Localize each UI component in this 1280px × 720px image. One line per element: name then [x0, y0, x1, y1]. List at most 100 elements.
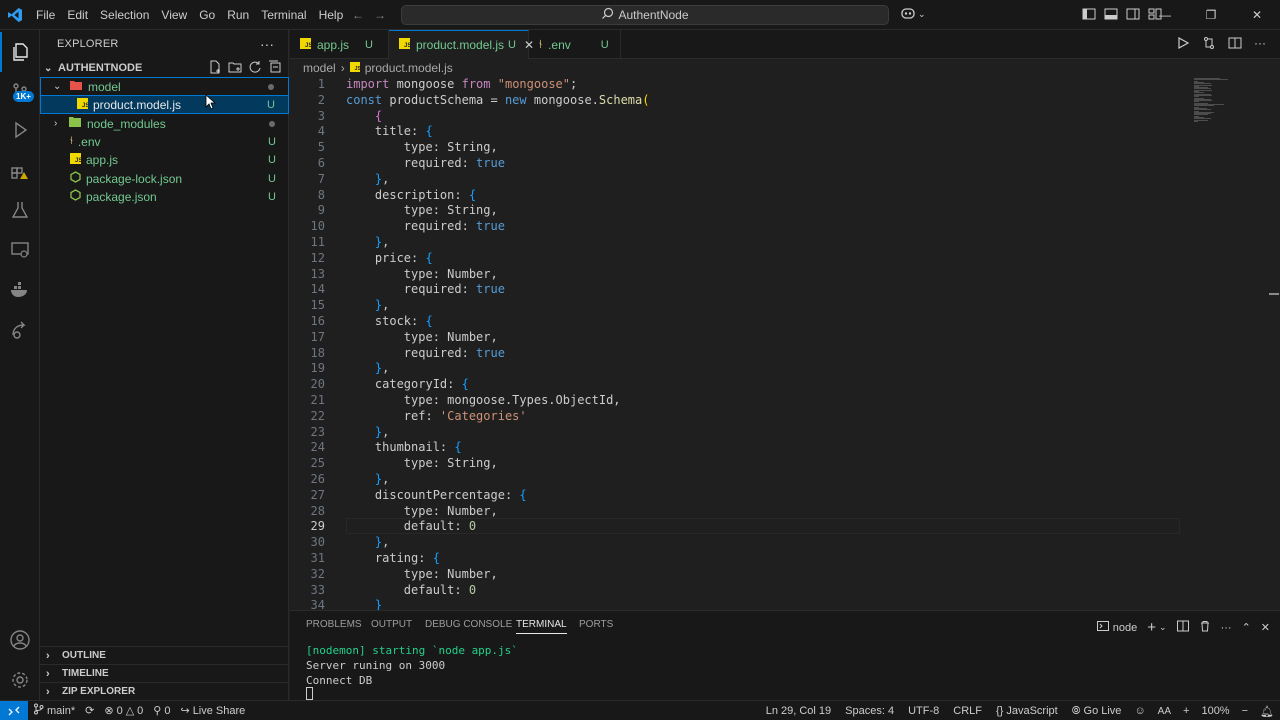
sync-icon[interactable]: ⟳ — [80, 704, 99, 717]
accounts-icon[interactable] — [0, 620, 40, 660]
run-debug-icon[interactable] — [0, 110, 40, 150]
tree-item-model-folder[interactable]: ⌄ model — [40, 77, 289, 96]
outline-section-header[interactable]: › OUTLINE — [40, 646, 289, 664]
tree-item-package-json[interactable]: package.json U — [40, 187, 289, 206]
language-mode[interactable]: {} JavaScript — [989, 705, 1065, 717]
code-editor[interactable]: 1 import mongoose from "mongoose"; 2 const … — [290, 76, 1190, 610]
code-line[interactable]: 11 }, — [290, 234, 1190, 250]
refresh-icon[interactable] — [248, 60, 262, 77]
extensions-icon[interactable] — [0, 150, 40, 190]
tree-item-app-js[interactable]: JS app.js U — [40, 150, 289, 169]
code-line[interactable]: 28 type: Number, — [290, 503, 1190, 519]
code-line[interactable]: 9 type: String, — [290, 202, 1190, 218]
more-actions-icon[interactable]: ··· — [260, 36, 274, 52]
panel-tab-debug-console[interactable]: DEBUG CONSOLE — [425, 619, 512, 630]
toggle-panel-icon[interactable] — [1104, 7, 1118, 24]
menu-item-run[interactable]: Run — [221, 0, 255, 30]
encoding[interactable]: UTF-8 — [901, 705, 946, 717]
remote-indicator-icon[interactable] — [0, 700, 28, 720]
chevron-down-icon[interactable]: ⌄ — [1159, 622, 1167, 633]
end-of-line[interactable]: CRLF — [946, 705, 989, 717]
code-line[interactable]: 14 required: true — [290, 281, 1190, 297]
code-line[interactable]: 2 const productSchema = new mongoose.Sche… — [290, 92, 1190, 108]
back-arrow-icon[interactable]: ← — [352, 8, 364, 22]
live-share-icon[interactable] — [0, 310, 40, 350]
minimize-icon[interactable]: — — [1142, 0, 1188, 30]
code-line[interactable]: 22 ref: 'Categories' — [290, 408, 1190, 424]
breadcrumb-folder[interactable]: model — [303, 61, 336, 75]
zoom-in-icon[interactable]: + — [1177, 705, 1195, 717]
ports-indicator[interactable]: ⚲ 0 — [148, 704, 175, 718]
new-terminal-icon[interactable]: + — [1147, 619, 1156, 636]
tree-item-node-modules-folder[interactable]: › node_modules — [40, 114, 289, 133]
toggle-primary-sidebar-icon[interactable] — [1082, 7, 1096, 24]
code-line[interactable]: 1 import mongoose from "mongoose"; — [290, 76, 1190, 92]
restore-icon[interactable]: ❐ — [1188, 0, 1234, 30]
code-line[interactable]: 10 required: true — [290, 218, 1190, 234]
new-file-icon[interactable] — [208, 60, 222, 77]
collapse-all-icon[interactable] — [268, 60, 282, 77]
open-changes-icon[interactable] — [1202, 36, 1216, 53]
indentation[interactable]: Spaces: 4 — [838, 705, 901, 717]
menu-item-help[interactable]: Help — [313, 0, 350, 30]
problems-indicator[interactable]: ⊗ 0 △ 0 — [99, 704, 148, 718]
code-line[interactable]: 32 type: Number, — [290, 566, 1190, 582]
panel-tab-ports[interactable]: PORTS — [579, 619, 613, 630]
zip-explorer-section-header[interactable]: › ZIP EXPLORER — [40, 682, 289, 700]
close-window-icon[interactable]: ✕ — [1234, 0, 1280, 30]
code-line[interactable]: 21 type: mongoose.Types.ObjectId, — [290, 392, 1190, 408]
code-line[interactable]: 3 { — [290, 108, 1190, 124]
go-live-button[interactable]: ⦾ Go Live — [1065, 705, 1129, 718]
copilot-status-icon[interactable]: ☺ — [1128, 705, 1151, 717]
menu-item-go[interactable]: Go — [193, 0, 221, 30]
tab-env[interactable]: ⫮ .env U — [529, 30, 621, 59]
split-editor-icon[interactable] — [1228, 36, 1242, 53]
cursor-position[interactable]: Ln 29, Col 19 — [759, 705, 838, 717]
code-line[interactable]: 5 type: String, — [290, 139, 1190, 155]
code-line[interactable]: 13 type: Number, — [290, 266, 1190, 282]
copilot-menu[interactable]: ⌄ — [900, 6, 926, 23]
code-line[interactable]: 12 price: { — [290, 250, 1190, 266]
tab-product-model-js[interactable]: JS product.model.js U ✕ — [389, 30, 534, 59]
code-line[interactable]: 8 description: { — [290, 187, 1190, 203]
branch-indicator[interactable]: main* — [28, 703, 80, 718]
code-line[interactable]: 29 default: 0 — [290, 518, 1190, 534]
panel-tab-problems[interactable]: PROBLEMS — [306, 619, 362, 630]
live-share-button[interactable]: ↪ Live Share — [175, 704, 250, 718]
terminal-selector[interactable]: node — [1096, 620, 1137, 635]
menu-item-file[interactable]: File — [30, 0, 61, 30]
more-actions-icon[interactable]: ··· — [1254, 36, 1266, 53]
testing-icon[interactable] — [0, 190, 40, 230]
panel-tab-terminal[interactable]: TERMINAL — [516, 619, 567, 634]
tree-item-package-lock-json[interactable]: package-lock.json U — [40, 169, 289, 188]
toggle-secondary-sidebar-icon[interactable] — [1126, 7, 1140, 24]
explorer-icon[interactable] — [0, 32, 40, 72]
code-line[interactable]: 27 discountPercentage: { — [290, 487, 1190, 503]
manage-gear-icon[interactable] — [0, 660, 40, 700]
trash-icon[interactable] — [1199, 620, 1211, 635]
menu-item-view[interactable]: View — [155, 0, 193, 30]
tab-app-js[interactable]: JS app.js U — [290, 30, 389, 59]
menu-item-selection[interactable]: Selection — [94, 0, 155, 30]
maximize-panel-icon[interactable]: ⌃ — [1242, 621, 1251, 634]
code-line[interactable]: 6 required: true — [290, 155, 1190, 171]
remote-explorer-icon[interactable] — [0, 230, 40, 270]
menu-item-edit[interactable]: Edit — [61, 0, 94, 30]
code-line[interactable]: 33 default: 0 — [290, 582, 1190, 598]
split-terminal-icon[interactable] — [1176, 620, 1189, 635]
panel-tab-output[interactable]: OUTPUT — [371, 619, 412, 630]
code-line[interactable]: 19 }, — [290, 360, 1190, 376]
code-line[interactable]: 18 required: true — [290, 345, 1190, 361]
code-line[interactable]: 25 type: String, — [290, 455, 1190, 471]
close-panel-icon[interactable]: ✕ — [1261, 621, 1270, 634]
zoom-out-icon[interactable]: − — [1236, 705, 1254, 717]
code-line[interactable]: 24 thumbnail: { — [290, 439, 1190, 455]
tree-item-env[interactable]: ⫮ .env U — [40, 132, 289, 151]
menu-item-terminal[interactable]: Terminal — [255, 0, 312, 30]
notifications-bell-icon[interactable]: 🔔︎ — [1254, 705, 1280, 718]
more-actions-icon[interactable]: ··· — [1221, 622, 1232, 634]
new-folder-icon[interactable] — [228, 60, 242, 77]
zoom-level[interactable]: 100% — [1195, 705, 1235, 717]
timeline-section-header[interactable]: › TIMELINE — [40, 664, 289, 682]
docker-icon[interactable] — [0, 270, 40, 310]
